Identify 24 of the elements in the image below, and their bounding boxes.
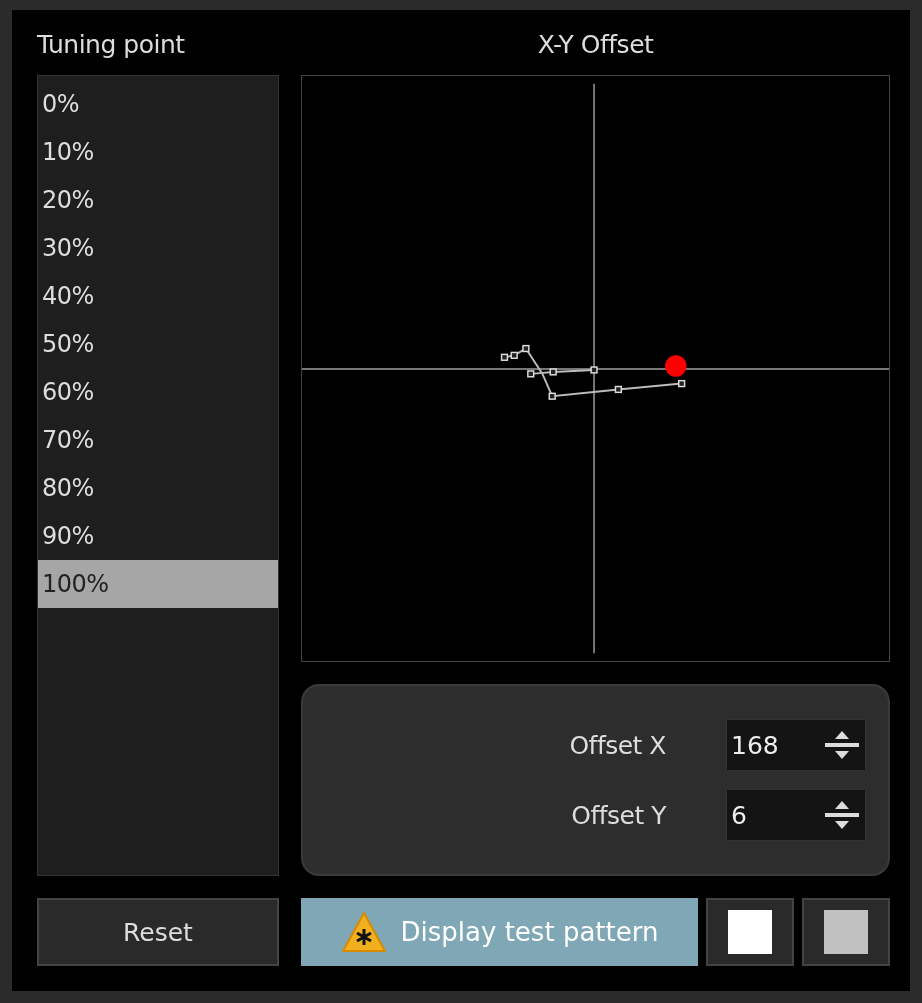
list-item[interactable]: 70% — [38, 416, 278, 464]
plot-title: X-Y Offset — [537, 30, 654, 61]
color-swatch-button[interactable] — [802, 898, 890, 966]
spin-box[interactable]: 168 — [726, 719, 866, 771]
list-item[interactable]: 100% — [38, 560, 278, 608]
list-title: Tuning point — [37, 30, 186, 61]
list-item[interactable]: 80% — [38, 464, 278, 512]
list-item[interactable]: 0% — [38, 80, 278, 128]
current-point-marker[interactable] — [665, 355, 687, 377]
list-item[interactable]: 20% — [38, 176, 278, 224]
offset-label: Offset Y — [571, 800, 666, 830]
warning-icon — [340, 911, 387, 953]
list-item[interactable]: 40% — [38, 272, 278, 320]
color-swatch-button[interactable] — [706, 898, 794, 966]
offset-label: Offset X — [569, 730, 666, 760]
list-item[interactable]: 50% — [38, 320, 278, 368]
reset-button[interactable]: Reset — [37, 898, 279, 966]
list-item[interactable]: 60% — [38, 368, 278, 416]
offset-input[interactable]: 168 — [727, 729, 813, 761]
spin-box[interactable]: 6 — [726, 789, 866, 841]
list-item[interactable]: 90% — [38, 512, 278, 560]
list-item[interactable]: 10% — [38, 128, 278, 176]
offset-input[interactable]: 6 — [727, 799, 813, 831]
list-item[interactable]: 30% — [38, 224, 278, 272]
